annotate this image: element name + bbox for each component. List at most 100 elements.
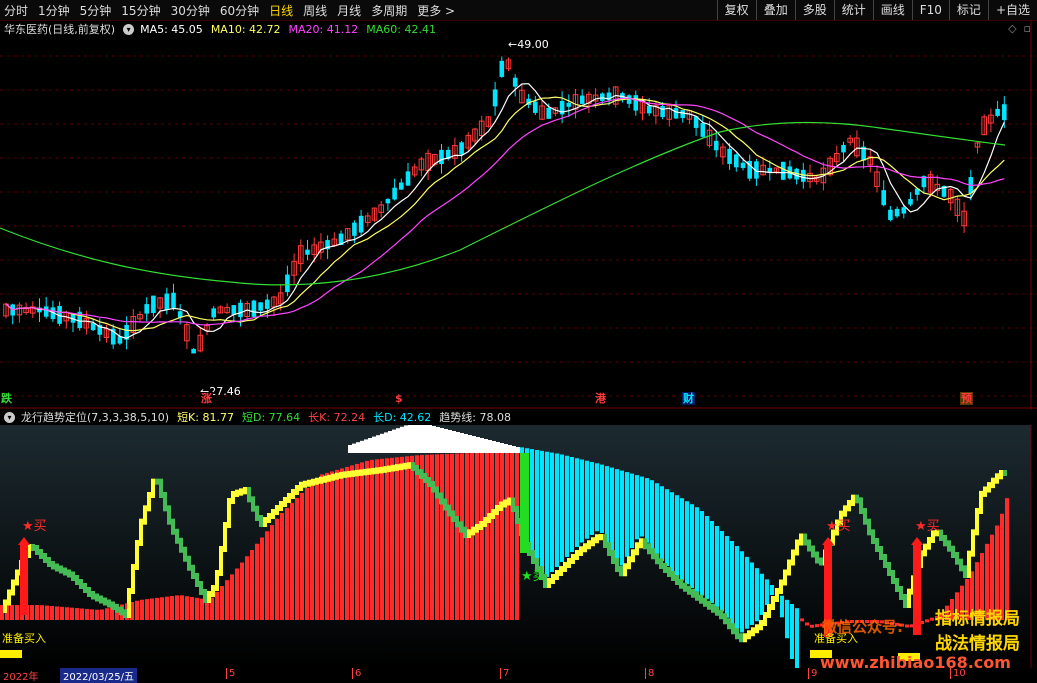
long-bar: [445, 453, 449, 620]
candle-body: [1002, 104, 1007, 121]
toolbar-button-7[interactable]: +自选: [987, 0, 1037, 20]
long-bar: [665, 489, 669, 566]
long-bar: [440, 454, 444, 620]
base-mark: [0, 650, 22, 658]
long-bar: [930, 617, 934, 621]
event-marker-2[interactable]: $: [394, 392, 404, 405]
long-bar: [655, 483, 659, 556]
long-bar: [250, 550, 254, 620]
short-bar: [143, 505, 147, 525]
period-tab-2[interactable]: 5分钟: [80, 2, 112, 19]
candle-body: [734, 154, 739, 168]
long-bar: [770, 585, 774, 595]
period-tab-3[interactable]: 15分钟: [121, 2, 160, 19]
buy-signal-bar: [913, 545, 921, 635]
long-d-value: 长D: 42.62: [373, 411, 432, 424]
period-tab-10[interactable]: 更多 >: [417, 2, 455, 19]
candle-body: [238, 302, 243, 318]
short-bar: [975, 508, 979, 536]
long-bar: [260, 537, 264, 620]
short-bar: [847, 500, 851, 512]
toolbar-button-6[interactable]: 标记: [948, 0, 988, 20]
short-bar: [239, 488, 243, 496]
buy-star-icon: ★买: [826, 519, 851, 534]
short-bar: [687, 585, 691, 595]
short-bar: [95, 593, 99, 602]
long-bar: [95, 609, 99, 620]
short-bar: [111, 601, 115, 610]
period-tab-8[interactable]: 月线: [337, 2, 361, 19]
short-bar: [559, 566, 563, 576]
trend-peak-bar: [428, 425, 432, 453]
candlestick-chart[interactable]: ←49.00←27.46: [0, 20, 1037, 410]
short-bar: [659, 558, 663, 569]
axis-month-0: 5: [226, 668, 235, 679]
trend-peak-bar: [448, 430, 452, 453]
short-bar: [875, 538, 879, 552]
event-marker-5[interactable]: 预: [960, 392, 973, 405]
watermark-url: www.zhibiao168.com: [820, 653, 1011, 672]
short-bar: [135, 540, 139, 570]
trend-peak-bar: [500, 443, 504, 453]
trend-peak-bar: [388, 431, 392, 453]
event-marker-0[interactable]: 跌: [0, 392, 13, 405]
short-bar: [371, 467, 375, 475]
trend-peak-bar: [496, 442, 500, 453]
short-bar: [315, 477, 319, 485]
period-tab-7[interactable]: 周线: [303, 2, 327, 19]
period-tab-6[interactable]: 日线: [269, 2, 293, 19]
long-bar: [365, 460, 369, 620]
toolbar-button-0[interactable]: 复权: [716, 0, 756, 20]
chevron-down-icon[interactable]: ▾: [4, 411, 15, 423]
short-bar: [775, 588, 779, 602]
long-bar: [570, 457, 574, 552]
toolbar-button-3[interactable]: 统计: [833, 0, 873, 20]
long-bar: [240, 562, 244, 620]
short-bar: [439, 492, 443, 505]
period-tab-0[interactable]: 分时: [4, 2, 28, 19]
short-bar: [619, 566, 623, 577]
short-bar: [159, 478, 163, 498]
event-marker-3[interactable]: 港: [594, 392, 607, 405]
toolbar-button-5[interactable]: F10: [911, 0, 949, 20]
toolbar-button-1[interactable]: 叠加: [755, 0, 795, 20]
long-bar: [400, 456, 404, 620]
long-bar: [320, 474, 324, 620]
long-bar: [290, 503, 294, 620]
short-bar: [131, 564, 135, 594]
short-bar: [451, 510, 455, 522]
period-tab-1[interactable]: 1分钟: [38, 2, 70, 19]
toolbar-button-4[interactable]: 画线: [872, 0, 912, 20]
short-bar: [1003, 470, 1007, 476]
short-bar: [55, 563, 59, 572]
long-bar: [235, 568, 239, 620]
candle-body: [399, 182, 404, 190]
period-tab-5[interactable]: 60分钟: [220, 2, 259, 19]
trend-peak-bar: [380, 433, 384, 453]
event-marker-1[interactable]: 涨: [200, 392, 213, 405]
short-bar: [603, 534, 607, 548]
short-bar: [851, 494, 855, 506]
event-marker-4[interactable]: 财: [682, 392, 695, 405]
trend-peak-bar: [356, 442, 360, 453]
long-bar: [345, 466, 349, 620]
long-bar: [30, 605, 34, 620]
period-tab-4[interactable]: 30分钟: [171, 2, 210, 19]
short-bar: [35, 545, 39, 555]
long-bar: [1005, 498, 1009, 620]
short-bar: [211, 585, 215, 597]
long-bar: [165, 596, 169, 620]
long-bar: [580, 459, 584, 543]
indicator-info-bar: ▾ 龙行趋势定位(7,3,3,38,5,10) 短K: 81.77 短D: 77…: [4, 409, 519, 425]
short-bar: [331, 473, 335, 481]
long-bar: [780, 595, 784, 618]
long-bar: [145, 599, 149, 620]
period-tab-9[interactable]: 多周期: [371, 2, 407, 19]
toolbar-button-2[interactable]: 多股: [794, 0, 834, 20]
long-bar: [595, 463, 599, 532]
short-bar: [147, 492, 151, 512]
candle-body: [144, 304, 149, 314]
short-bar: [879, 546, 883, 560]
short-bar: [763, 612, 767, 626]
short-bar: [583, 543, 587, 553]
